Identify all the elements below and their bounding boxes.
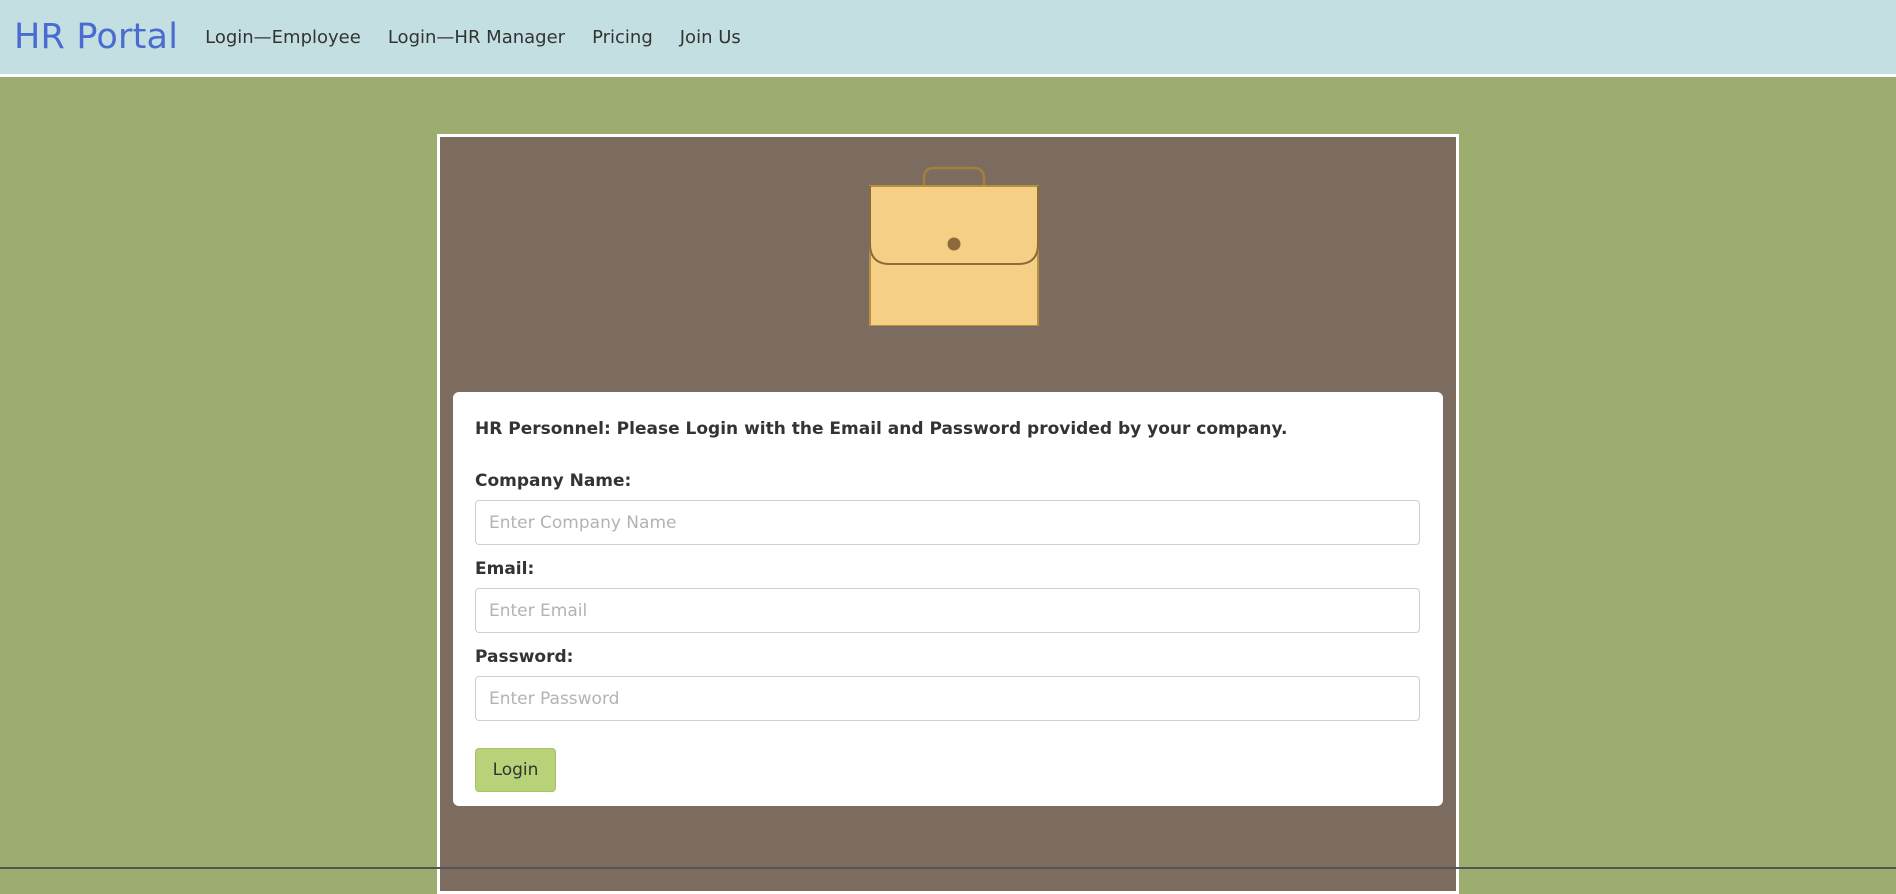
login-button[interactable]: Login bbox=[475, 748, 556, 792]
login-card: HR Personnel: Please Login with the Emai… bbox=[453, 392, 1443, 806]
password-label: Password: bbox=[475, 647, 574, 667]
login-panel: HR Personnel: Please Login with the Emai… bbox=[437, 134, 1459, 894]
brand-link[interactable]: HR Portal bbox=[14, 17, 178, 57]
briefcase-icon bbox=[869, 166, 1039, 326]
login-instructions: HR Personnel: Please Login with the Emai… bbox=[475, 419, 1288, 439]
email-label: Email: bbox=[475, 559, 535, 579]
nav-links: Login—Employee Login—HR Manager Pricing … bbox=[205, 27, 768, 48]
company-name-input[interactable] bbox=[475, 500, 1420, 545]
nav-link-login-employee[interactable]: Login—Employee bbox=[205, 27, 361, 48]
company-name-label: Company Name: bbox=[475, 471, 632, 491]
nav-link-login-hr-manager[interactable]: Login—HR Manager bbox=[388, 27, 565, 48]
nav-link-join-us[interactable]: Join Us bbox=[680, 27, 741, 48]
password-input[interactable] bbox=[475, 676, 1420, 721]
nav-link-pricing[interactable]: Pricing bbox=[592, 27, 653, 48]
top-navbar: HR Portal Login—Employee Login—HR Manage… bbox=[0, 0, 1896, 77]
email-input[interactable] bbox=[475, 588, 1420, 633]
